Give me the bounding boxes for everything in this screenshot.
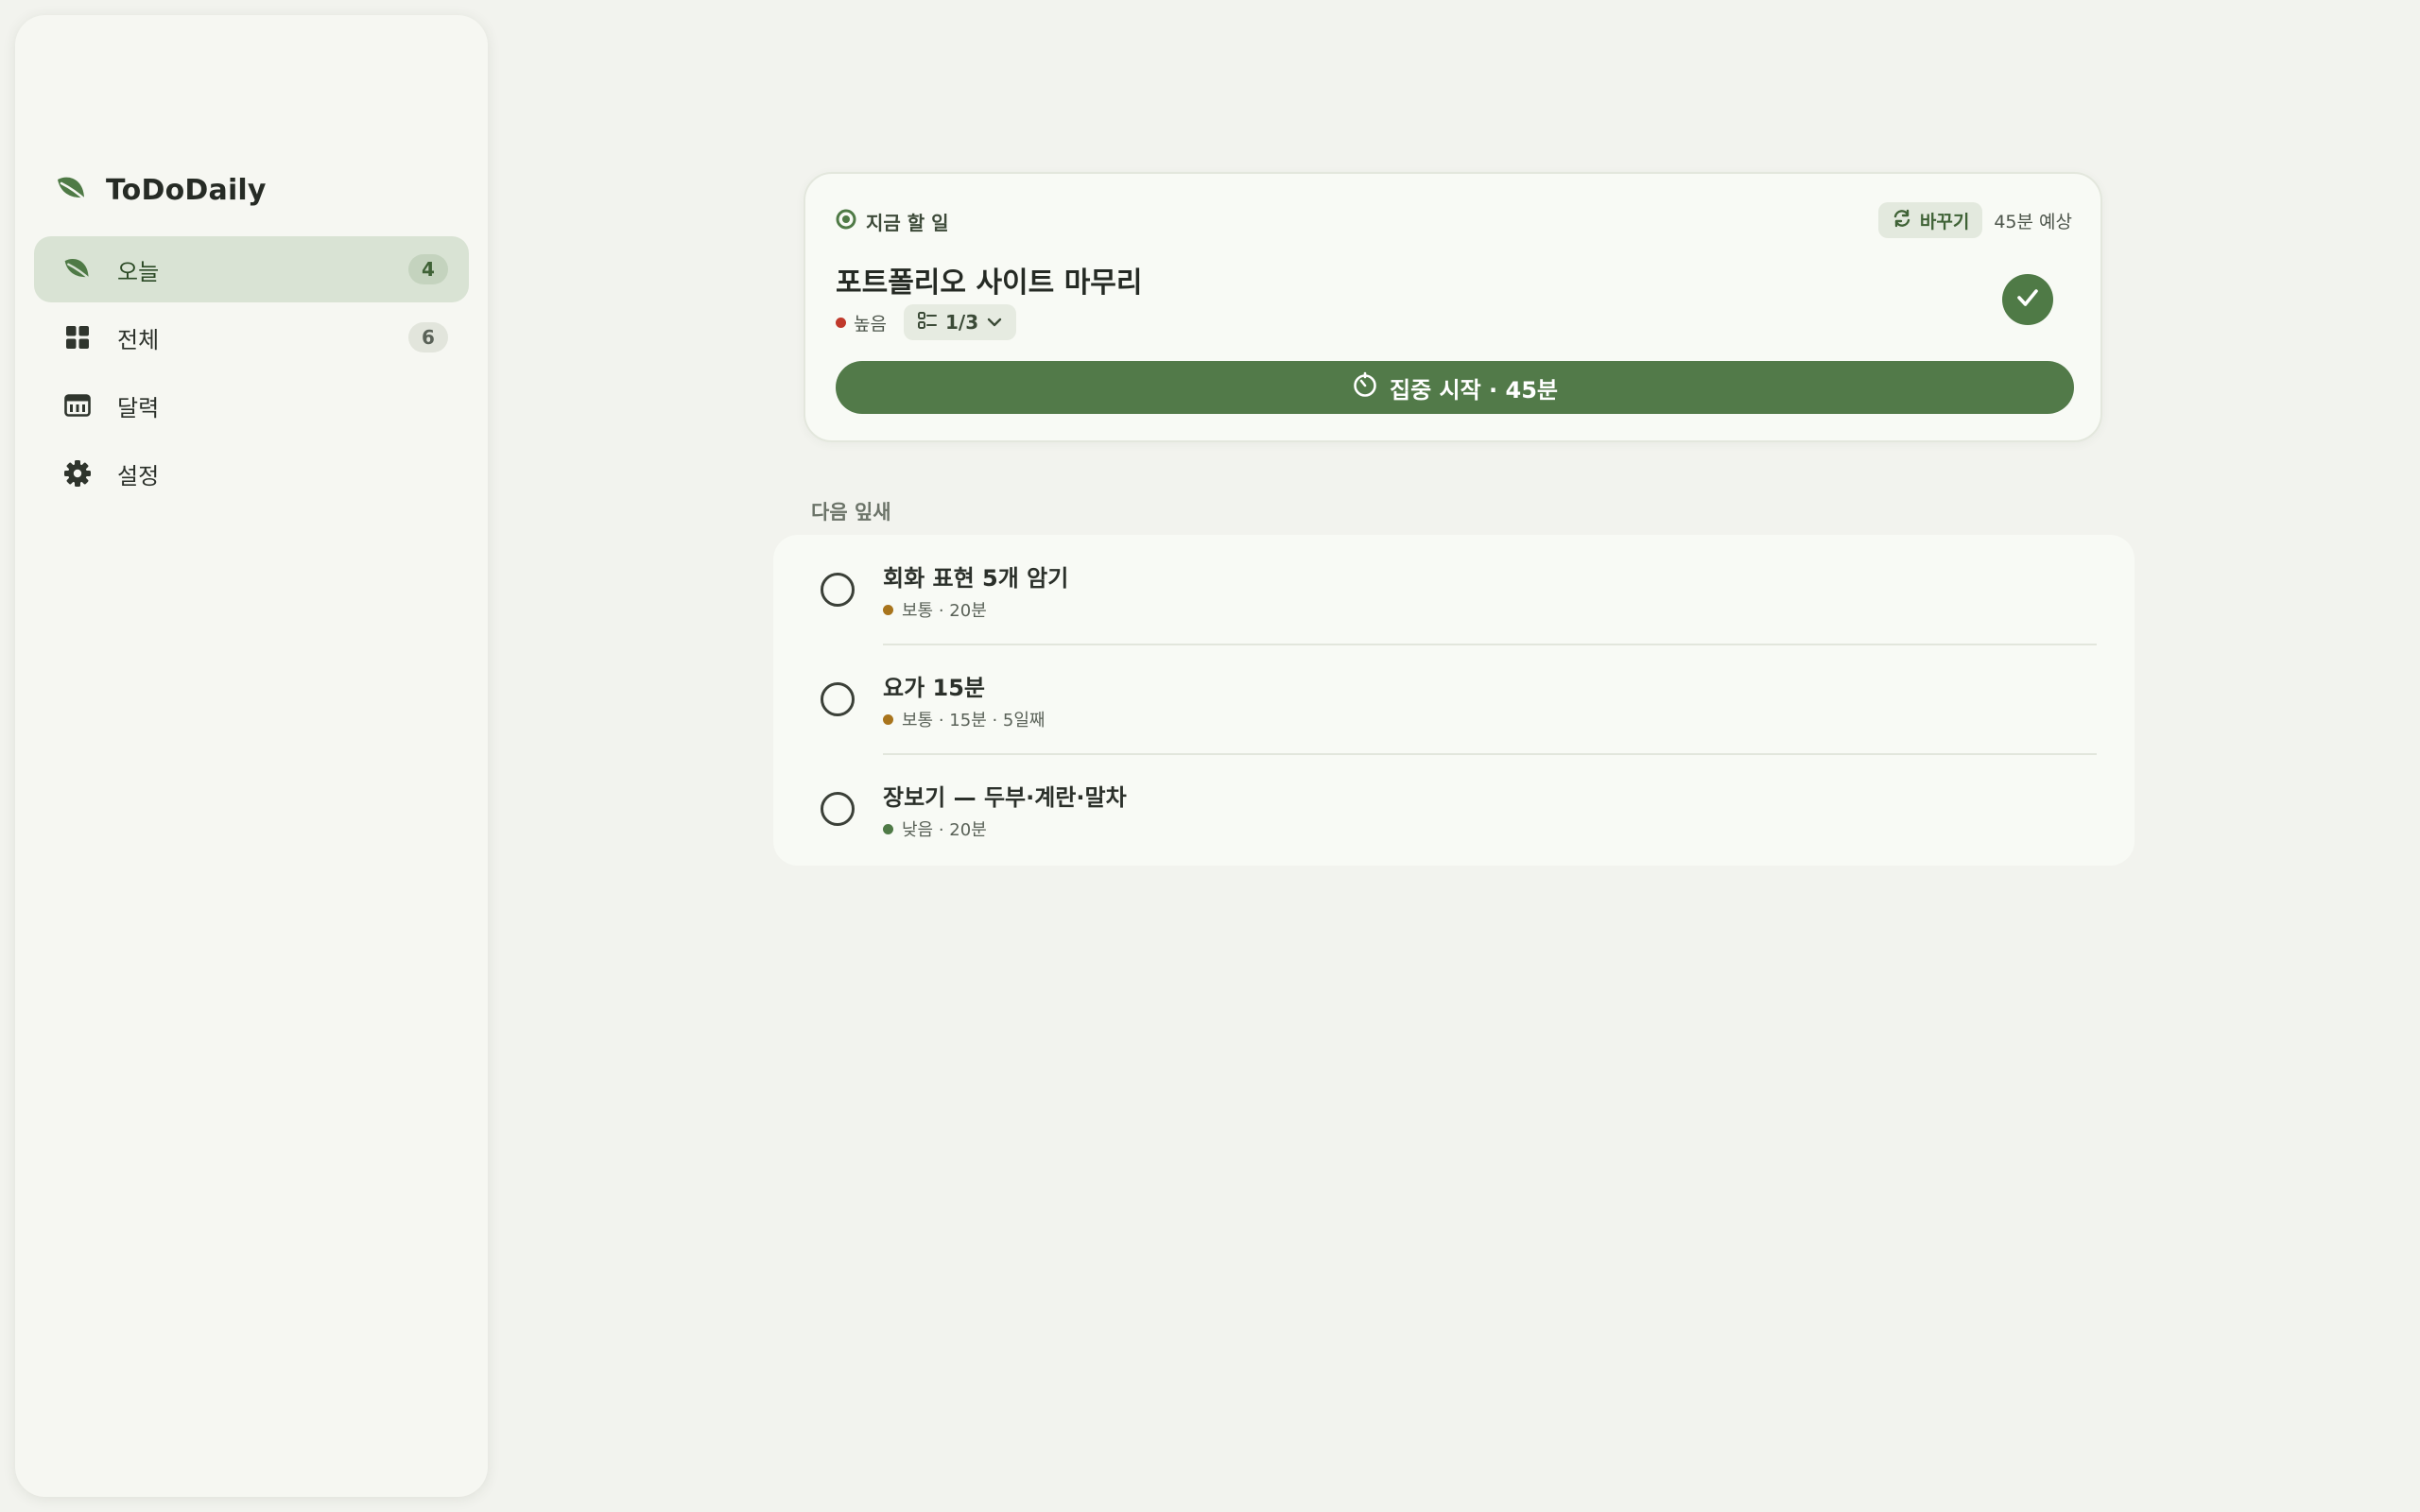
priority-dot: [883, 713, 893, 725]
sidebar-item-calendar[interactable]: 달력: [34, 372, 469, 438]
refresh-icon: [1892, 208, 1912, 233]
sidebar-item-all[interactable]: 전체 6: [34, 304, 469, 370]
task-checkbox[interactable]: [821, 792, 855, 826]
priority-dot: [883, 604, 893, 615]
task-title: 장보기 — 두부·계란·말차: [883, 784, 1127, 811]
task-title: 요가 15분: [883, 675, 985, 701]
task-checkbox[interactable]: [821, 682, 855, 716]
chevron-down-icon: [986, 311, 1003, 334]
subtasks-toggle[interactable]: 1/3: [903, 304, 1017, 340]
sidebar-item-label: 오늘: [117, 258, 160, 285]
checklist-icon: [917, 310, 938, 335]
leaf-logo-icon: [55, 175, 89, 207]
sidebar: ToDoDaily 오늘 4 전체 6 달력 설정: [15, 15, 488, 1497]
subtask-progress: 1/3: [944, 311, 979, 334]
app-name: ToDoDaily: [106, 174, 267, 207]
task-meta: 보통 · 15분 · 5일째: [883, 707, 1046, 731]
sidebar-item-today[interactable]: 오늘 4: [34, 236, 469, 302]
count-badge: 4: [408, 254, 448, 284]
start-focus-label: 집중 시작 · 45분: [1390, 376, 1558, 404]
next-tasks-list: 회화 표현 5개 암기 보통 · 20분 요가 15분 보통 · 15분 · 5…: [773, 535, 2135, 866]
time-estimate: 45분 예상: [1994, 211, 2072, 232]
grid-icon: [62, 322, 93, 352]
current-task-header: 지금 할 일: [836, 208, 949, 235]
sidebar-item-label: 전체: [117, 326, 160, 353]
priority-dot: [836, 317, 846, 328]
task-meta-text: 낮음 · 20분: [902, 820, 987, 840]
task-meta-text: 보통 · 15분 · 5일째: [902, 711, 1046, 730]
section-label: 지금 할 일: [866, 212, 949, 234]
task-meta-text: 보통 · 20분: [902, 601, 987, 621]
swap-label: 바꾸기: [1919, 211, 1970, 232]
task-checkbox[interactable]: [821, 573, 855, 607]
current-task-card: 지금 할 일 바꾸기 45분 예상 포트폴리오 사이트 마무리 높음 1/3 집…: [804, 172, 2102, 442]
sidebar-nav: 오늘 4 전체 6 달력 설정: [34, 236, 469, 508]
priority-text: 높음: [854, 313, 887, 335]
sidebar-item-label: 설정: [117, 462, 160, 490]
priority-dot: [883, 823, 893, 834]
sidebar-item-label: 달력: [117, 394, 160, 421]
current-task-title: 포트폴리오 사이트 마무리: [836, 266, 1143, 300]
list-item[interactable]: 요가 15분 보통 · 15분 · 5일째: [773, 644, 2135, 754]
list-item[interactable]: 장보기 — 두부·계란·말차 낮음 · 20분: [773, 754, 2135, 864]
priority-label: 높음: [836, 310, 887, 335]
list-item[interactable]: 회화 표현 5개 암기 보통 · 20분: [773, 535, 2135, 644]
next-tasks-heading: 다음 잎새: [811, 501, 891, 524]
calendar-icon: [62, 390, 93, 421]
start-focus-button[interactable]: 집중 시작 · 45분: [836, 361, 2074, 414]
leaf-icon: [62, 254, 93, 284]
task-meta: 낮음 · 20분: [883, 816, 987, 841]
timer-icon: [1352, 371, 1378, 404]
count-badge: 6: [408, 322, 448, 352]
task-title: 회화 표현 5개 암기: [883, 565, 1069, 592]
complete-task-button[interactable]: [2002, 274, 2053, 325]
card-actions: 바꾸기 45분 예상: [1877, 202, 2072, 238]
checkmark-icon: [2014, 284, 2042, 316]
gear-icon: [62, 458, 93, 489]
swap-task-button[interactable]: 바꾸기: [1877, 202, 1983, 238]
brand[interactable]: ToDoDaily: [55, 174, 267, 207]
target-icon: [836, 209, 856, 234]
sidebar-item-settings[interactable]: 설정: [34, 440, 469, 507]
current-task-meta: 높음 1/3: [836, 304, 1017, 340]
task-meta: 보통 · 20분: [883, 597, 987, 622]
